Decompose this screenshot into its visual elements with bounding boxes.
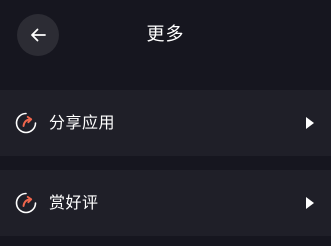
menu-item-rate-app[interactable]: 赏好评 — [0, 170, 331, 236]
menu-item-share-app[interactable]: 分享应用 — [0, 90, 331, 156]
play-arrow-icon — [306, 197, 314, 209]
menu-item-label: 赏好评 — [49, 193, 99, 212]
refresh-arrow-icon — [15, 192, 37, 214]
menu-item-label: 分享应用 — [49, 113, 116, 132]
header: 更多 — [0, 0, 331, 72]
page-title: 更多 — [146, 24, 185, 45]
refresh-arrow-icon — [15, 112, 37, 134]
play-arrow-icon — [306, 117, 314, 129]
more-screen: 更多 分享应用 赏好评 — [0, 0, 331, 246]
